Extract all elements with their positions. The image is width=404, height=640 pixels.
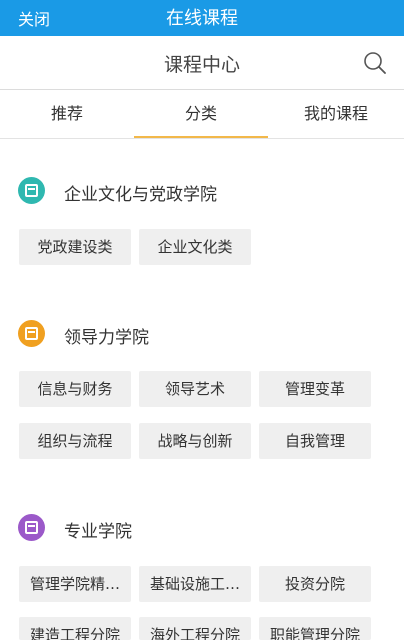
course-category-chip[interactable]: 建造工程分院 [19, 617, 131, 640]
section-title: 专业学院 [64, 522, 132, 542]
search-icon[interactable] [362, 50, 388, 76]
page-header: 课程中心 [0, 36, 404, 90]
course-category-chip[interactable]: 职能管理分院 [259, 617, 371, 640]
course-category-chip[interactable]: 信息与财务 [19, 371, 131, 407]
book-icon [18, 514, 45, 541]
tab-category[interactable]: 分类 [134, 91, 268, 139]
course-category-chip[interactable]: 投资分院 [259, 566, 371, 602]
section-title: 领导力学院 [64, 328, 149, 348]
top-app-bar: 关闭 在线课程 [0, 0, 404, 36]
book-icon [18, 177, 45, 204]
app-title: 在线课程 [166, 8, 238, 29]
course-category-chip[interactable]: 领导艺术 [139, 371, 251, 407]
course-category-chip[interactable]: 自我管理 [259, 423, 371, 459]
tab-bar: 推荐 分类 我的课程 [0, 91, 404, 139]
page-title: 课程中心 [163, 54, 240, 76]
tab-recommend[interactable]: 推荐 [0, 91, 134, 139]
course-category-chip[interactable]: 海外工程分院 [139, 617, 251, 640]
course-category-chip[interactable]: 组织与流程 [19, 423, 131, 459]
tab-my-courses[interactable]: 我的课程 [268, 91, 404, 139]
section-title: 企业文化与党政学院 [64, 185, 217, 205]
course-category-chip[interactable]: 党政建设类 [19, 229, 131, 265]
course-category-chip[interactable]: 企业文化类 [139, 229, 251, 265]
active-tab-indicator [134, 136, 268, 138]
book-icon [18, 320, 45, 347]
course-category-chip[interactable]: 战略与创新 [139, 423, 251, 459]
course-category-chip[interactable]: 管理变革 [259, 371, 371, 407]
course-category-chip[interactable]: 基础设施工… [139, 566, 251, 602]
course-category-chip[interactable]: 管理学院精… [19, 566, 131, 602]
